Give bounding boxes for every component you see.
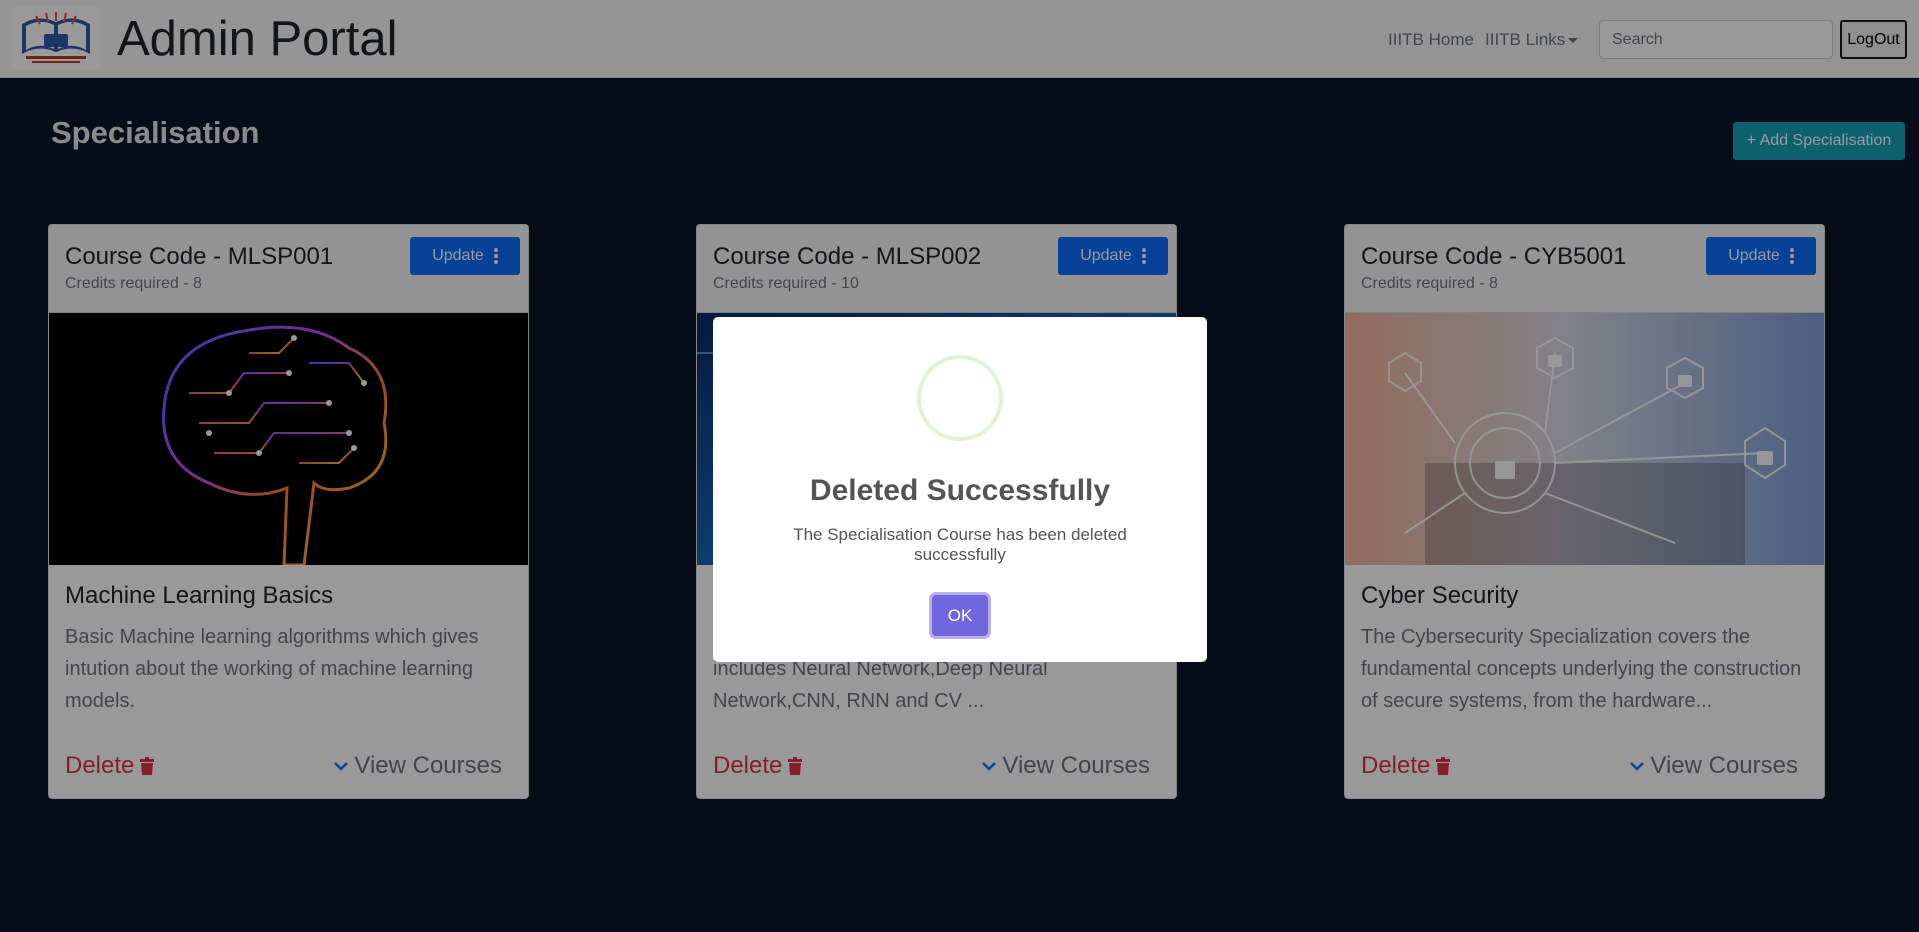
ok-button[interactable]: OK	[932, 595, 988, 636]
success-dialog: Deleted Successfully The Specialisation …	[713, 317, 1207, 662]
success-icon	[917, 355, 1003, 441]
dialog-title: Deleted Successfully	[809, 474, 1111, 507]
dialog-message: The Specialisation Course has been delet…	[793, 525, 1127, 564]
